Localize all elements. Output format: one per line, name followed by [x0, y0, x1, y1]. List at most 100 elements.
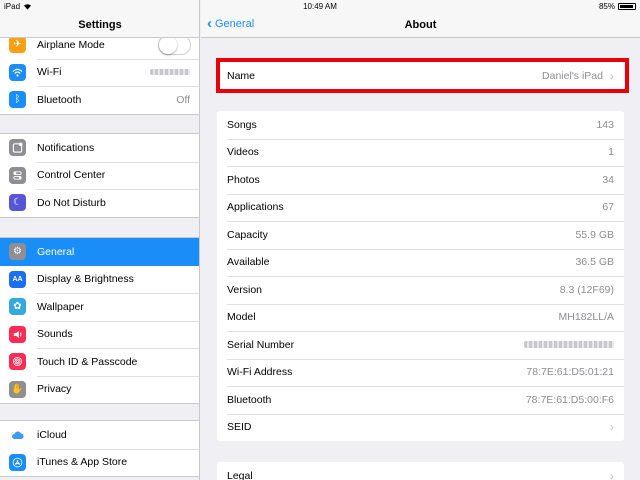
- sidebar-item-general[interactable]: ⚙ General: [0, 238, 199, 266]
- control-center-icon: [9, 166, 26, 184]
- sidebar-item-bluetooth[interactable]: ᛒ Bluetooth Off: [0, 86, 199, 114]
- page-title: About: [404, 19, 437, 31]
- sidebar-group-system: ⚙ General AA Display & Brightness ✿ Wall…: [0, 237, 199, 404]
- name-row[interactable]: Name Daniel's iPad ›: [217, 62, 624, 90]
- sidebar-item-label: Sounds: [37, 328, 73, 341]
- info-label: Applications: [227, 201, 284, 214]
- gear-icon: ⚙: [9, 243, 26, 261]
- legal-row[interactable]: Legal ›: [217, 462, 624, 480]
- device-name-value: Daniel's iPad: [542, 69, 603, 82]
- status-bar: iPad 10:49 AM 85%: [0, 0, 640, 12]
- info-row-model: Model MH182LL/A: [217, 303, 624, 332]
- cloud-icon: [9, 426, 26, 444]
- speaker-icon: [9, 325, 26, 343]
- info-row-photos: Photos 34: [217, 166, 624, 194]
- sidebar-item-label: Privacy: [37, 383, 72, 396]
- info-label: Videos: [227, 146, 259, 159]
- battery-percent: 85%: [598, 1, 615, 11]
- sidebar-item-label: Wallpaper: [37, 300, 84, 313]
- sidebar-title: Settings: [78, 19, 122, 31]
- about-pane: ‹ General About Name Daniel's iPad › Son…: [201, 0, 640, 480]
- sidebar-item-notifications[interactable]: Notifications: [0, 134, 199, 162]
- sidebar-item-label: General: [37, 245, 75, 258]
- info-label: Wi-Fi Address: [227, 366, 293, 379]
- wifi-status-icon: [24, 3, 32, 10]
- info-value: 8.3 (12F69): [559, 283, 614, 296]
- info-value: 67: [602, 201, 614, 214]
- sidebar-item-privacy[interactable]: ✋ Privacy: [0, 375, 199, 404]
- info-row-wifi-address: Wi-Fi Address 78:7E:61:D5:01:21: [217, 358, 624, 387]
- battery-icon: [618, 2, 636, 10]
- info-label: Model: [227, 311, 256, 324]
- sidebar-item-itunes-app-store[interactable]: iTunes & App Store: [0, 448, 199, 477]
- info-value: 55.9 GB: [575, 228, 614, 241]
- sidebar-item-wallpaper[interactable]: ✿ Wallpaper: [0, 293, 199, 321]
- sidebar-item-label: Control Center: [37, 169, 106, 182]
- hand-icon: ✋: [9, 380, 26, 398]
- info-value: MH182LL/A: [558, 311, 614, 324]
- app-store-icon: [9, 453, 26, 471]
- info-label: Songs: [227, 118, 257, 131]
- device-label: iPad: [4, 1, 21, 11]
- sidebar-item-sounds[interactable]: Sounds: [0, 320, 199, 349]
- info-value: 1: [608, 146, 614, 159]
- info-label: Serial Number: [227, 338, 295, 351]
- legal-group: Legal ›: [217, 462, 624, 480]
- sidebar-item-label: Notifications: [37, 141, 95, 154]
- about-info-group: Songs 143 Videos 1 Photos 34 Application…: [217, 111, 624, 441]
- sidebar-item-icloud[interactable]: iCloud: [0, 421, 199, 449]
- sidebar-item-label: Wi-Fi: [37, 66, 62, 79]
- moon-icon: ☾: [9, 194, 26, 212]
- info-label: Available: [227, 256, 270, 269]
- info-row-serial-number: Serial Number: [217, 331, 624, 359]
- sidebar-item-wifi[interactable]: Wi-Fi: [0, 58, 199, 87]
- bluetooth-icon: ᛒ: [9, 91, 26, 109]
- wifi-icon: [9, 63, 26, 81]
- sidebar-group-accounts: iCloud iTunes & App Store: [0, 420, 199, 477]
- info-label: Bluetooth: [227, 393, 272, 406]
- info-value: 78:7E:61:D5:00:F6: [525, 393, 614, 406]
- sidebar-item-label: Display & Brightness: [37, 273, 134, 286]
- display-icon: AA: [9, 270, 26, 288]
- info-row-bluetooth: Bluetooth 78:7E:61:D5:00:F6: [217, 386, 624, 414]
- chevron-right-icon: ›: [610, 420, 614, 435]
- info-row-version: Version 8.3 (12F69): [217, 276, 624, 304]
- chevron-right-icon: ›: [610, 68, 614, 83]
- sidebar-item-label: iTunes & App Store: [37, 456, 128, 469]
- fingerprint-icon: [9, 353, 26, 371]
- bluetooth-status: Off: [176, 93, 190, 106]
- settings-sidebar: Settings ✈ Airplane Mode Wi-Fi ᛒ Bluetoo…: [0, 0, 200, 480]
- info-label: Version: [227, 283, 263, 296]
- sidebar-item-label: Do Not Disturb: [37, 196, 106, 209]
- info-row-songs: Songs 143: [217, 111, 624, 139]
- sidebar-item-label: Airplane Mode: [37, 38, 105, 51]
- info-row-applications: Applications 67: [217, 193, 624, 222]
- sidebar-item-display-brightness[interactable]: AA Display & Brightness: [0, 266, 199, 294]
- info-row-seid[interactable]: SEID ›: [217, 413, 624, 442]
- status-time: 10:49 AM: [303, 1, 337, 11]
- serial-number-blurred: [524, 341, 614, 349]
- info-label: Photos: [227, 173, 260, 186]
- sidebar-group-notifications: Notifications Control Center ☾ Do Not Di…: [0, 133, 199, 218]
- sidebar-item-control-center[interactable]: Control Center: [0, 161, 199, 190]
- info-label: Capacity: [227, 228, 268, 241]
- wifi-network-blurred: [150, 69, 190, 76]
- wallpaper-icon: ✿: [9, 298, 26, 316]
- chevron-right-icon: ›: [610, 468, 614, 480]
- legal-label: Legal: [227, 469, 253, 480]
- info-row-capacity: Capacity 55.9 GB: [217, 221, 624, 249]
- airplane-icon: ✈: [9, 36, 26, 54]
- sidebar-group-connectivity: ✈ Airplane Mode Wi-Fi ᛒ Bluetooth Off: [0, 30, 199, 115]
- name-group: Name Daniel's iPad ›: [217, 62, 624, 90]
- info-label: SEID: [227, 421, 252, 434]
- notifications-icon: [9, 139, 26, 157]
- sidebar-item-label: Touch ID & Passcode: [37, 355, 138, 368]
- info-row-available: Available 36.5 GB: [217, 248, 624, 277]
- sidebar-item-do-not-disturb[interactable]: ☾ Do Not Disturb: [0, 189, 199, 217]
- sidebar-item-label: Bluetooth: [37, 93, 82, 106]
- name-label: Name: [227, 69, 256, 82]
- info-row-videos: Videos 1: [217, 138, 624, 167]
- sidebar-item-touch-id[interactable]: Touch ID & Passcode: [0, 348, 199, 376]
- info-value: 34: [602, 173, 614, 186]
- info-value: 78:7E:61:D5:01:21: [526, 366, 614, 379]
